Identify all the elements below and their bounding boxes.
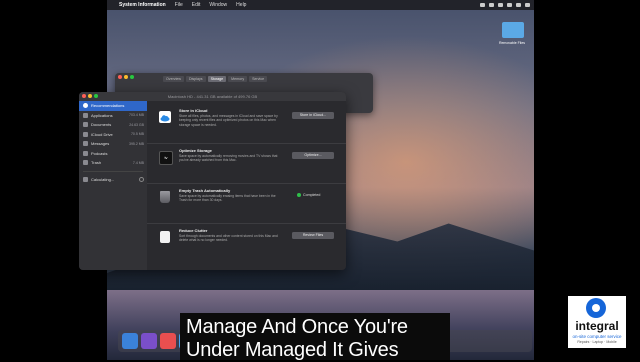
sidebar-item-calculating: Calculating... — [79, 175, 147, 185]
recommendation-title: Empty Trash Automatically — [179, 188, 231, 193]
sidebar-item-size: 703.4 MB — [129, 113, 144, 118]
logo-subtitle: Repairs · Laptop · Mobile — [577, 340, 617, 344]
status-icon[interactable] — [489, 3, 494, 7]
sidebar-item-label: iCloud Drive — [91, 131, 113, 137]
cloud-icon — [159, 111, 171, 123]
sidebar-item-size: 70.5 MB — [130, 132, 144, 137]
podcasts-icon — [83, 150, 88, 156]
checkmark-icon — [297, 193, 301, 197]
completed-label: Completed — [303, 193, 321, 197]
siri-icon[interactable] — [141, 333, 157, 349]
messages-icon — [83, 141, 88, 147]
sidebar-item-messages[interactable]: Messages 395.2 MB — [79, 139, 147, 149]
status-icon[interactable] — [498, 3, 503, 7]
sidebar-item-label: Podcasts — [91, 150, 108, 156]
optimize-button[interactable]: Optimize... — [292, 152, 334, 159]
tab-displays[interactable]: Displays — [185, 76, 206, 82]
spinner-icon — [139, 176, 144, 182]
status-menu-icons — [480, 0, 530, 10]
applications-icon — [83, 112, 88, 118]
sidebar-item-label: Trash — [91, 160, 102, 166]
finder-icon[interactable] — [122, 333, 138, 349]
recommendation-description: Save space by automatically removing mov… — [179, 154, 278, 163]
logo-tagline: on-site computer service — [572, 334, 622, 339]
sidebar-item-label: Calculating... — [91, 176, 115, 182]
zoom-icon[interactable] — [130, 75, 134, 79]
menu-bar: System Information File Edit Window Help — [107, 0, 534, 10]
about-tabs: Overview Displays Storage Memory Service — [163, 76, 268, 82]
tab-overview[interactable]: Overview — [163, 76, 184, 82]
sidebar-item-label: Documents — [91, 122, 112, 128]
recommendation-description: Store all files, photos, and messages in… — [179, 114, 278, 127]
tab-memory[interactable]: Memory — [228, 76, 248, 82]
desktop-folder-label: Removable Files — [498, 41, 526, 45]
trash-icon — [83, 160, 88, 166]
menu-window[interactable]: Window — [209, 2, 227, 8]
trash-icon — [160, 191, 170, 203]
tab-storage[interactable]: Storage — [207, 76, 227, 82]
window-titlebar[interactable]: Macintosh HD - 441.31 GB available of 49… — [79, 92, 346, 101]
launchpad-icon[interactable] — [160, 333, 176, 349]
lightbulb-icon — [83, 103, 88, 109]
store-in-icloud-button[interactable]: Store in iCloud... — [292, 112, 334, 119]
sidebar-item-size: 24.63 GB — [129, 122, 144, 127]
documents-icon — [83, 122, 88, 128]
sidebar-item-trash[interactable]: Trash 7.4 MB — [79, 158, 147, 168]
recommendation-title: Optimize Storage — [179, 148, 212, 153]
sidebar-item-label: Applications — [91, 112, 113, 118]
other-icon — [83, 176, 88, 182]
sidebar-item-size: 7.4 MB — [132, 160, 144, 165]
window-controls — [118, 75, 134, 79]
completed-status: Completed — [297, 193, 320, 197]
wifi-icon[interactable] — [507, 3, 512, 7]
battery-icon[interactable] — [516, 3, 521, 7]
recommendation-title: Reduce Clutter — [179, 228, 208, 233]
logo-name: integral — [575, 319, 619, 333]
window-title: Macintosh HD - 441.31 GB available of 49… — [167, 94, 258, 99]
recommendations-panel: Store in iCloud Store all files, photos,… — [147, 101, 346, 270]
sidebar-item-recommendations[interactable]: Recommendations — [79, 101, 147, 111]
recommendation-reduce-clutter: Reduce Clutter Sort through documents an… — [147, 225, 346, 263]
search-icon[interactable] — [525, 3, 530, 7]
recommendation-description: Save space by automatically erasing item… — [179, 194, 276, 203]
sidebar-item-label: Recommendations — [91, 103, 125, 109]
recommendation-title: Store in iCloud — [179, 108, 208, 113]
tab-service[interactable]: Service — [249, 76, 268, 82]
recommendation-empty-trash: Empty Trash Automatically Save space by … — [147, 185, 346, 224]
gear-icon — [586, 298, 606, 318]
sidebar-item-documents[interactable]: Documents 24.63 GB — [79, 120, 147, 130]
subtitle-line-2: Under Managed It Gives — [186, 339, 399, 361]
recommendation-store-in-icloud: Store in iCloud Store all files, photos,… — [147, 105, 346, 144]
minimize-icon[interactable] — [124, 75, 128, 79]
subtitle-line-1: Manage And Once You're — [186, 316, 408, 338]
recommendation-optimize-storage: tv Optimize Storage Save space by automa… — [147, 145, 346, 184]
menu-edit[interactable]: Edit — [192, 2, 201, 8]
menu-file[interactable]: File — [175, 2, 183, 8]
apple-tv-icon: tv — [159, 151, 173, 165]
document-icon — [160, 231, 170, 243]
recommendation-description: Sort through documents and other content… — [179, 234, 278, 243]
status-icon[interactable] — [480, 3, 485, 7]
menu-app-name[interactable]: System Information — [119, 2, 166, 8]
sidebar-item-podcasts[interactable]: Podcasts — [79, 149, 147, 159]
close-icon[interactable] — [118, 75, 122, 79]
folder-icon[interactable] — [502, 22, 524, 38]
sidebar-item-applications[interactable]: Applications 703.4 MB — [79, 111, 147, 121]
sidebar-item-label: Messages — [91, 141, 110, 147]
review-files-button[interactable]: Review Files — [292, 232, 334, 239]
icloud-drive-icon — [83, 131, 88, 137]
sidebar-item-icloud-drive[interactable]: iCloud Drive 70.5 MB — [79, 130, 147, 140]
menu-help[interactable]: Help — [236, 2, 246, 8]
storage-sidebar: Recommendations Applications 703.4 MB Do… — [79, 101, 147, 270]
integral-logo: integral on-site computer service Repair… — [568, 296, 626, 348]
storage-management-window: Macintosh HD - 441.31 GB available of 49… — [79, 92, 346, 270]
sidebar-item-size: 395.2 MB — [129, 141, 144, 146]
sidebar-divider — [83, 170, 143, 172]
